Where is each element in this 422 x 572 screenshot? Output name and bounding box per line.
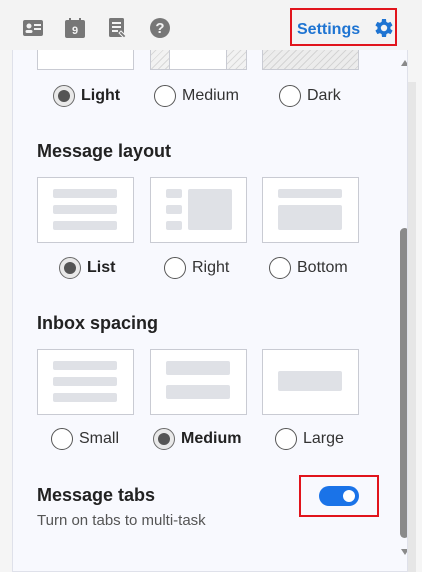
top-toolbar: 9 ? Settings bbox=[0, 0, 422, 50]
gear-icon bbox=[375, 19, 393, 37]
scroll-up-arrow-icon[interactable] bbox=[400, 59, 408, 67]
layout-bottom-label: Bottom bbox=[297, 259, 348, 276]
radio-dark[interactable] bbox=[279, 85, 301, 107]
panel-scrollbar[interactable] bbox=[397, 50, 408, 571]
layout-list-label: List bbox=[87, 259, 116, 276]
inbox-spacing-heading: Inbox spacing bbox=[37, 313, 159, 333]
layout-option-list[interactable]: List bbox=[59, 257, 115, 279]
settings-button[interactable]: Settings bbox=[290, 8, 397, 46]
spacing-medium-label: Medium bbox=[181, 430, 242, 447]
spacing-option-medium[interactable]: Medium bbox=[153, 428, 241, 450]
layout-right-thumbnail[interactable] bbox=[150, 177, 247, 243]
theme-dark-thumbnail[interactable] bbox=[262, 50, 359, 70]
radio-bottom[interactable] bbox=[269, 257, 291, 279]
theme-light-thumbnail[interactable] bbox=[37, 50, 134, 70]
settings-label: Settings bbox=[297, 21, 361, 38]
toggle-knob bbox=[343, 490, 355, 502]
calendar-day-number: 9 bbox=[72, 25, 78, 37]
message-layout-heading: Message layout bbox=[37, 141, 172, 161]
calendar-icon[interactable]: 9 bbox=[64, 17, 86, 39]
theme-light-label: Light bbox=[81, 87, 121, 104]
spacing-option-large[interactable]: Large bbox=[275, 428, 344, 450]
radio-spacing-medium[interactable] bbox=[153, 428, 175, 450]
layout-bottom-thumbnail[interactable] bbox=[262, 177, 359, 243]
spacing-large-thumbnail[interactable] bbox=[262, 349, 359, 415]
layout-right-label: Right bbox=[192, 259, 230, 276]
spacing-medium-thumbnail[interactable] bbox=[150, 349, 247, 415]
help-glyph: ? bbox=[155, 20, 164, 37]
layout-list-thumbnail[interactable] bbox=[37, 177, 134, 243]
spacing-option-small[interactable]: Small bbox=[51, 428, 119, 450]
message-tabs-toggle-highlight bbox=[299, 475, 379, 517]
spacing-small-thumbnail[interactable] bbox=[37, 349, 134, 415]
notes-icon[interactable] bbox=[107, 17, 129, 39]
spacing-large-label: Large bbox=[303, 430, 344, 447]
message-tabs-toggle[interactable] bbox=[319, 486, 359, 506]
layout-option-right[interactable]: Right bbox=[164, 257, 229, 279]
layout-option-bottom[interactable]: Bottom bbox=[269, 257, 348, 279]
radio-right[interactable] bbox=[164, 257, 186, 279]
background-pane-edge bbox=[408, 82, 416, 572]
scroll-down-arrow-icon[interactable] bbox=[400, 548, 408, 556]
help-icon[interactable]: ? bbox=[149, 17, 171, 39]
theme-option-dark[interactable]: Dark bbox=[279, 85, 341, 107]
theme-medium-thumbnail[interactable] bbox=[150, 50, 247, 70]
settings-panel: Light Medium Dark Message layout List Ri… bbox=[12, 50, 408, 572]
message-tabs-description: Turn on tabs to multi-task bbox=[37, 512, 206, 529]
contacts-card-icon[interactable] bbox=[22, 17, 44, 39]
message-tabs-heading: Message tabs bbox=[37, 485, 156, 505]
radio-medium[interactable] bbox=[154, 85, 176, 107]
theme-option-light[interactable]: Light bbox=[53, 85, 120, 107]
theme-medium-label: Medium bbox=[182, 87, 239, 104]
radio-large[interactable] bbox=[275, 428, 297, 450]
radio-light[interactable] bbox=[53, 85, 75, 107]
radio-list[interactable] bbox=[59, 257, 81, 279]
spacing-small-label: Small bbox=[79, 430, 120, 447]
scrollbar-thumb[interactable] bbox=[400, 228, 407, 538]
theme-dark-label: Dark bbox=[307, 87, 341, 104]
radio-small[interactable] bbox=[51, 428, 73, 450]
theme-option-medium[interactable]: Medium bbox=[154, 85, 239, 107]
